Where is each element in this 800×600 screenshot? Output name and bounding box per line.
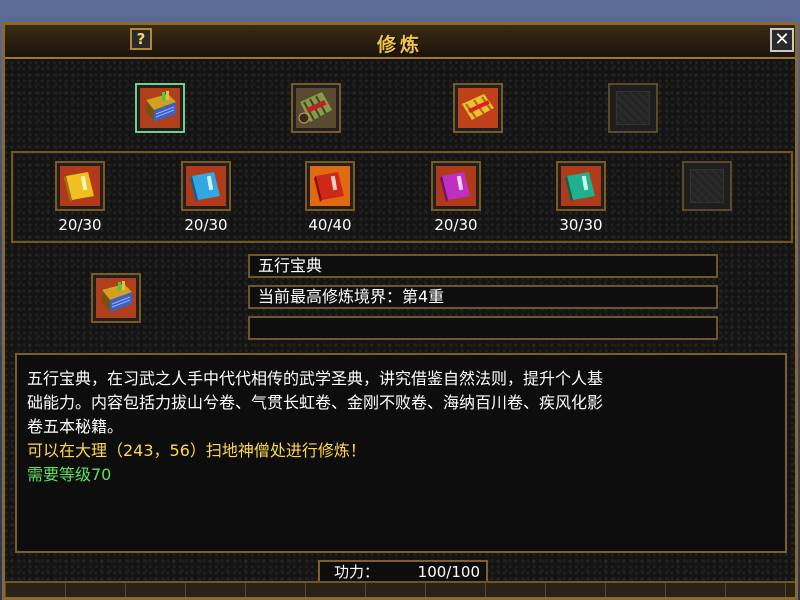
book-slot-3[interactable] (305, 161, 355, 211)
description-line-3: 卷五本秘籍。 (27, 417, 124, 436)
teal-book-icon (561, 166, 601, 206)
realm-field: 当前最高修炼境界：第4重 (248, 285, 718, 309)
book-slot-2[interactable] (181, 161, 231, 211)
power-value: 100/100 (417, 563, 480, 581)
book-slot-5[interactable] (556, 161, 606, 211)
book-1-count: 20/30 (58, 216, 102, 234)
window-title: 修炼 (376, 34, 423, 56)
manual-slot-3[interactable] (453, 83, 503, 133)
purple-book-icon (436, 166, 476, 206)
book-4-count: 20/30 (434, 216, 478, 234)
location-text: 可以在大理（243，56）扫地神僧处进行修炼！ (27, 441, 366, 460)
power-label: 功力： (334, 563, 380, 581)
bamboo-scroll-bundle-icon (296, 88, 336, 128)
manual-slot-2[interactable] (291, 83, 341, 133)
blue-book-icon (186, 166, 226, 206)
red-book-icon (310, 166, 350, 206)
manual-slot-4[interactable] (608, 83, 658, 133)
book-slot-4[interactable] (431, 161, 481, 211)
book-slot-6[interactable] (682, 161, 732, 211)
close-button[interactable]: ✕ (770, 28, 794, 52)
cultivation-window: ? 修炼 ✕ 20/30 20/30 40/40 20/30 30/30 五行宝… (2, 22, 798, 600)
book-5-count: 30/30 (559, 216, 603, 234)
manual-name-field: 五行宝典 (248, 254, 718, 278)
extra-field (248, 316, 718, 340)
blue-manual-book-icon (96, 278, 136, 318)
book-slot-1[interactable] (55, 161, 105, 211)
description-panel: 五行宝典，在习武之人手中代代相传的武学圣典，讲究借鉴自然法则，提升个人基 础能力… (15, 353, 787, 553)
blue-manual-book-icon (140, 88, 180, 128)
yellow-book-icon (60, 166, 100, 206)
book-row-panel (11, 151, 793, 243)
golden-scroll-bundle-icon (458, 88, 498, 128)
description-line-2: 础能力。内容包括力拔山兮卷、气贯长虹卷、金刚不败卷、海纳百川卷、疾风化影 (27, 393, 604, 412)
requirement-text: 需要等级70 (27, 465, 112, 484)
book-3-count: 40/40 (308, 216, 352, 234)
bottom-toolbar-strip (5, 581, 795, 597)
description-line-1: 五行宝典，在习武之人手中代代相传的武学圣典，讲究借鉴自然法则，提升个人基 (27, 369, 604, 388)
manual-slot-1[interactable] (135, 83, 185, 133)
book-2-count: 20/30 (184, 216, 228, 234)
selected-manual-slot (91, 273, 141, 323)
title-bar[interactable]: ? 修炼 ✕ (5, 25, 795, 59)
